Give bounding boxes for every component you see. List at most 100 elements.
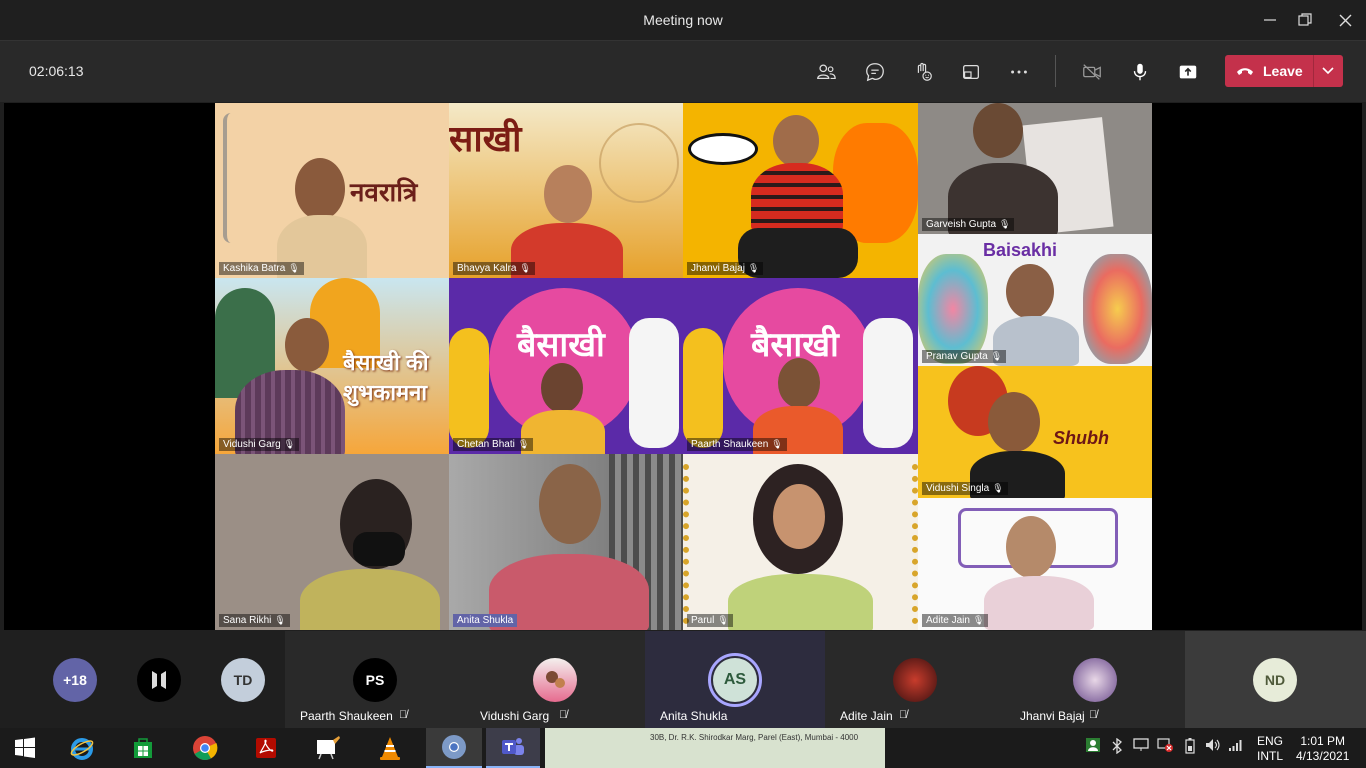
participant-name: Anita Shukla — [660, 709, 728, 723]
face-mask — [353, 532, 405, 566]
decoration — [918, 254, 988, 364]
video-tile[interactable]: Jhanvi Bajaj 🎙 — [683, 103, 918, 278]
video-tile[interactable]: Sana Rikhi 🎙 — [215, 454, 449, 630]
close-icon — [1339, 14, 1351, 26]
participant-name: Jhanvi Bajaj 🎙 — [687, 262, 764, 275]
internet-explorer-button[interactable] — [57, 728, 107, 768]
minimize-button[interactable] — [1256, 8, 1284, 32]
participant-strip: +18 TD PS Paarth Shaukeen 🎙̸ Vidushi Gar… — [0, 631, 1366, 728]
video-tile[interactable]: नवरात्रि Kashika Batra 🎙 — [215, 103, 449, 278]
td-avatar[interactable]: TD — [221, 658, 265, 702]
participant-name: Adite Jain 🎙 — [922, 614, 989, 627]
store-button[interactable] — [118, 728, 168, 768]
person-body — [984, 576, 1094, 630]
ferris-wheel-illustration — [599, 123, 679, 203]
leave-label: Leave — [1263, 63, 1303, 79]
hangup-icon — [1237, 68, 1253, 75]
volume-tray-icon[interactable] — [1205, 738, 1221, 755]
vlc-button[interactable] — [365, 728, 415, 768]
title-bar: Meeting now — [0, 0, 1366, 40]
chevron-down-icon — [1322, 67, 1334, 75]
internet-explorer-icon — [70, 738, 94, 760]
video-tile[interactable]: Parul 🎙 — [683, 454, 918, 630]
person-body — [521, 410, 605, 454]
battery-tray-icon[interactable] — [1185, 738, 1195, 757]
nd-avatar: ND — [1253, 658, 1297, 702]
whiteboard-button[interactable] — [303, 728, 353, 768]
video-tile[interactable]: Shubh Vidushi Singla 🎙 — [918, 366, 1152, 498]
avatar — [1073, 658, 1117, 702]
leave-button[interactable]: Leave — [1225, 55, 1343, 87]
dancer-illustration — [683, 328, 723, 448]
mic-icon: 🎙 — [990, 351, 1003, 361]
mic-icon: 🎙 — [747, 263, 760, 273]
signal-icon — [1229, 740, 1242, 751]
participant-cell[interactable]: Vidushi Garg 🎙̸ — [465, 631, 645, 728]
chrome-running-button[interactable] — [426, 728, 482, 768]
mic-icon: 🎙 — [999, 219, 1011, 229]
person-head — [988, 392, 1040, 452]
video-tile[interactable]: बैसाखी Paarth Shaukeen 🎙 — [683, 278, 918, 454]
video-stage: नवरात्रि Kashika Batra 🎙 साखी Bhavya Kalr… — [4, 103, 1362, 630]
language-code: ENG — [1257, 734, 1284, 748]
display-tray-icon[interactable] — [1133, 738, 1149, 755]
avatar — [533, 658, 577, 702]
video-tile[interactable]: Baisakhi Pranav Gupta 🎙 — [918, 234, 1152, 366]
more-participants-button[interactable]: +18 — [53, 658, 97, 702]
participant-cell[interactable]: PS Paarth Shaukeen 🎙̸ — [285, 631, 465, 728]
participants-button[interactable] — [812, 58, 840, 86]
person-head — [973, 103, 1023, 158]
video-tile[interactable]: बैसाखी की शुभकामना Vidushi Garg 🎙 — [215, 278, 449, 454]
participant-cell[interactable]: Jhanvi Bajaj 🎙̸ — [1005, 631, 1185, 728]
mic-icon: 🎙 — [717, 615, 729, 625]
user-icon — [1086, 738, 1100, 752]
system-clock[interactable]: 1:01 PM 4/13/2021 — [1296, 734, 1349, 764]
video-tile[interactable]: Anita Shukla — [449, 454, 683, 630]
people-icon — [817, 64, 836, 80]
user-tray-icon[interactable] — [1086, 738, 1100, 755]
video-tile[interactable]: बैसाखी Chetan Bhati 🎙 — [449, 278, 683, 454]
restore-button[interactable] — [1291, 8, 1319, 32]
camera-off-icon — [1083, 64, 1101, 80]
microphone-icon — [1133, 63, 1147, 81]
video-tile[interactable]: Adite Jain 🎙 — [918, 498, 1152, 630]
windows-logo-icon — [15, 737, 35, 758]
bluetooth-tray-icon[interactable] — [1111, 737, 1123, 757]
teams-button[interactable] — [486, 728, 540, 768]
toolbar-divider — [1055, 55, 1056, 87]
avatar: AS — [713, 658, 757, 702]
camera-toggle-button[interactable] — [1078, 58, 1106, 86]
participant-cell[interactable]: ND — [1185, 631, 1366, 728]
participant-cell-speaking[interactable]: AS Anita Shukla — [645, 631, 825, 728]
video-tile[interactable]: साखी Bhavya Kalra 🎙 — [449, 103, 683, 278]
mic-icon: 🎙 — [992, 483, 1004, 493]
view-button[interactable] — [957, 58, 985, 86]
network-status-tray-icon[interactable] — [1157, 738, 1173, 755]
wifi-tray-icon[interactable] — [1228, 738, 1244, 755]
more-actions-button[interactable] — [1005, 58, 1033, 86]
pinned-window-preview[interactable]: 30B, Dr. R.K. Shirodkar Marg, Parel (Eas… — [545, 728, 885, 768]
more-icon — [1011, 70, 1027, 74]
participant-name: Paarth Shaukeen — [300, 709, 393, 723]
mic-toggle-button[interactable] — [1126, 58, 1154, 86]
input-language-indicator[interactable]: ENG INTL — [1257, 734, 1283, 764]
avatar: PS — [353, 658, 397, 702]
mic-icon: 🎙 — [771, 439, 783, 449]
reactions-button[interactable] — [909, 58, 937, 86]
chat-button[interactable] — [861, 58, 889, 86]
start-button[interactable] — [0, 728, 50, 768]
person-face — [773, 484, 825, 549]
participant-cell[interactable]: Adite Jain 🎙̸ — [825, 631, 1005, 728]
bts-avatar[interactable] — [137, 658, 181, 702]
chrome-icon — [442, 735, 466, 759]
participant-name: Vidushi Singla 🎙 — [922, 482, 1008, 495]
meeting-timer: 02:06:13 — [29, 63, 84, 79]
tile-banner: Baisakhi — [983, 240, 1058, 260]
share-button[interactable] — [1174, 58, 1202, 86]
participant-name: Bhavya Kalra 🎙 — [453, 262, 535, 275]
video-tile[interactable]: Garveish Gupta 🎙 — [918, 103, 1152, 234]
close-button[interactable] — [1331, 8, 1359, 32]
acrobat-button[interactable] — [241, 728, 291, 768]
chrome-button[interactable] — [180, 728, 230, 768]
person-body — [728, 574, 873, 630]
